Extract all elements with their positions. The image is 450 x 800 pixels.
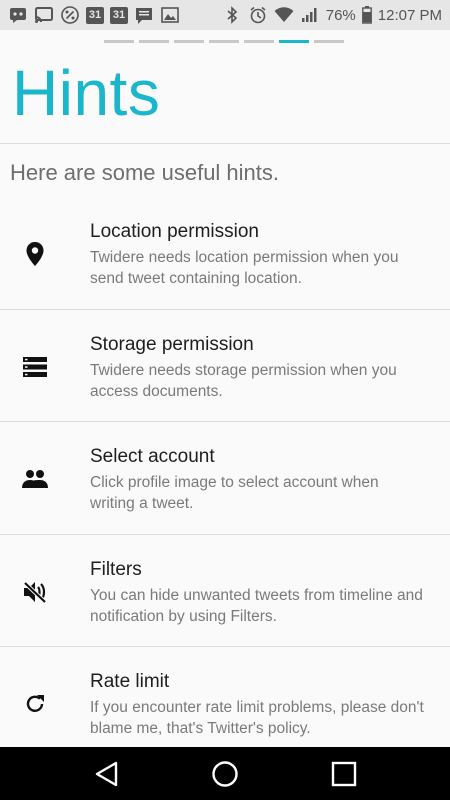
intro-text: Here are some useful hints. [10, 160, 280, 185]
hint-description: Click profile image to select account wh… [90, 474, 379, 512]
percent-icon [60, 6, 80, 24]
hint-description: You can hide unwanted tweets from timeli… [90, 586, 423, 625]
page-indicator-dot [174, 40, 204, 43]
page-indicator-dot [244, 40, 274, 43]
hint-title: Rate limit [90, 671, 170, 692]
status-bar: 31 31 76% 12:07 PM [0, 0, 450, 30]
bluetooth-icon [222, 6, 242, 24]
calendar-icon: 31 [86, 6, 104, 24]
page-indicator-dot [104, 40, 134, 43]
divider [0, 143, 450, 144]
hint-item-filters[interactable]: Filters You can hide unwanted tweets fro… [0, 535, 450, 647]
hint-item-storage-permission[interactable]: Storage permission Twidere needs storage… [0, 310, 450, 422]
cast-icon [34, 6, 54, 24]
hints-list: Location permission Twidere needs locati… [0, 197, 450, 760]
recents-icon[interactable] [329, 759, 359, 789]
battery-percent: 76% [325, 6, 356, 24]
page-indicator-dot [209, 40, 239, 43]
hint-title: Select account [90, 446, 215, 467]
message-icon [134, 6, 154, 24]
hangouts-icon [8, 6, 28, 24]
calendar-icon: 31 [110, 6, 128, 24]
battery-icon [361, 6, 372, 24]
page-indicator-dot-active [279, 40, 309, 43]
calendar-day-label: 31 [88, 9, 102, 21]
hint-description: If you encounter rate limit problems, pl… [90, 699, 424, 737]
refresh-icon [20, 691, 50, 717]
signal-icon [300, 6, 320, 24]
hint-item-rate-limit[interactable]: Rate limit If you encounter rate limit p… [0, 647, 450, 760]
navigation-bar [0, 747, 450, 800]
page-indicator [104, 40, 344, 43]
hint-description: Twidere needs location permission when y… [90, 249, 399, 287]
home-icon[interactable] [210, 759, 240, 789]
hint-title: Filters [90, 558, 142, 580]
status-bar-system: 76% 12:07 PM [222, 6, 442, 24]
volume-off-icon [20, 579, 50, 605]
alarm-icon [248, 6, 268, 24]
calendar-day-label: 31 [112, 9, 126, 21]
clock: 12:07 PM [377, 6, 442, 24]
back-icon[interactable] [92, 759, 122, 789]
storage-icon [20, 354, 50, 380]
hint-item-select-account[interactable]: Select account Click profile image to se… [0, 422, 450, 535]
location-pin-icon [20, 241, 50, 267]
hint-item-location-permission[interactable]: Location permission Twidere needs locati… [0, 197, 450, 310]
people-icon [20, 466, 50, 492]
hint-title: Location permission [90, 221, 259, 242]
wifi-icon [274, 6, 294, 24]
page-indicator-dot [314, 40, 344, 43]
hint-description: Twidere needs storage permission when yo… [90, 361, 397, 400]
status-bar-notifications: 31 31 [8, 6, 180, 24]
page-title: Hints [12, 57, 161, 129]
page-indicator-dot [139, 40, 169, 43]
photo-icon [160, 6, 180, 24]
hint-title: Storage permission [90, 333, 254, 355]
